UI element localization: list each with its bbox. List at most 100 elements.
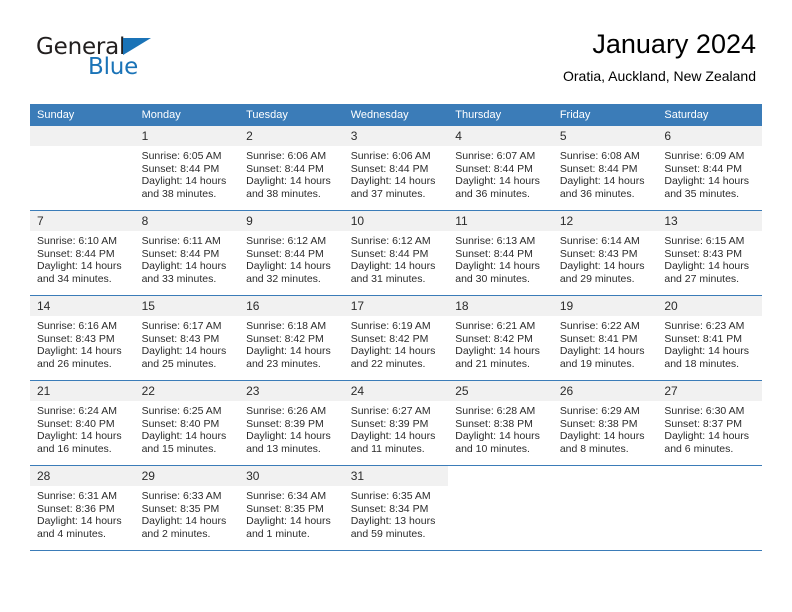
calendar-day-cell[interactable] [448, 465, 553, 551]
day-number: 12 [552, 211, 658, 231]
sunset-text: Sunset: 8:44 PM [664, 162, 743, 175]
sunrise-text: Sunrise: 6:28 AM [455, 405, 536, 417]
day-cell-content: 22 Sunrise: 6:25 AM Sunset: 8:40 PM Dayligh… [134, 381, 240, 465]
calendar-week-row: 7 Sunrise: 6:10 AM Sunset: 8:44 PM Daylight… [30, 210, 762, 296]
day-number: 21 [30, 381, 135, 401]
sun-info: Sunrise: 6:12 AM Sunset: 8:44 PM Daylight:… [344, 231, 449, 285]
weekday-header: Sunday Monday Tuesday Wednesday Thursday Frid… [30, 104, 762, 126]
calendar-day-cell[interactable]: 28 Sunrise: 6:31 AM Sunset: 8:36 PM Dayligh… [30, 465, 135, 551]
calendar-day-cell[interactable]: 4 Sunrise: 6:07 AM Sunset: 8:44 PM Daylight… [448, 126, 553, 211]
calendar-day-cell[interactable]: 12 Sunrise: 6:14 AM Sunset: 8:43 PM Dayligh… [552, 210, 658, 296]
daylight-text: Daylight: 14 hours and 15 minutes. [141, 430, 227, 455]
sunset-text: Sunset: 8:44 PM [141, 162, 220, 175]
day-number: 22 [134, 381, 240, 401]
sunset-text: Sunset: 8:43 PM [141, 332, 220, 345]
sunset-text: Sunset: 8:44 PM [246, 162, 324, 175]
calendar-day-cell[interactable]: 29 Sunrise: 6:33 AM Sunset: 8:35 PM Dayligh… [134, 465, 240, 551]
daylight-text: Daylight: 14 hours and 38 minutes. [141, 175, 227, 200]
calendar-day-cell[interactable]: 27 Sunrise: 6:30 AM Sunset: 8:37 PM Dayligh… [657, 380, 762, 466]
calendar-day-cell[interactable]: 2 Sunrise: 6:06 AM Sunset: 8:44 PM Daylight… [239, 126, 344, 211]
page-header: General Blue January 2024 Oratia, Auckla… [0, 0, 792, 84]
daylight-text: Daylight: 14 hours and 22 minutes. [350, 345, 436, 370]
sunrise-text: Sunrise: 6:29 AM [559, 405, 640, 417]
calendar-day-cell[interactable]: 22 Sunrise: 6:25 AM Sunset: 8:40 PM Dayligh… [134, 380, 240, 466]
sunset-text: Sunset: 8:42 PM [455, 332, 533, 345]
calendar-day-cell[interactable]: 17 Sunrise: 6:19 AM Sunset: 8:42 PM Dayligh… [343, 295, 449, 381]
calendar-day-cell[interactable]: 8 Sunrise: 6:11 AM Sunset: 8:44 PM Daylight… [134, 210, 240, 296]
day-number: 19 [552, 296, 658, 316]
sun-info: Sunrise: 6:14 AM Sunset: 8:43 PM Daylight:… [553, 231, 658, 285]
calendar-day-cell[interactable] [552, 465, 658, 551]
day-number: 1 [134, 126, 240, 146]
calendar-day-cell[interactable]: 20 Sunrise: 6:23 AM Sunset: 8:41 PM Dayligh… [657, 295, 762, 381]
sun-info: Sunrise: 6:12 AM Sunset: 8:44 PM Daylight:… [239, 231, 344, 285]
calendar-day-cell[interactable]: 31 Sunrise: 6:35 AM Sunset: 8:34 PM Dayligh… [343, 465, 449, 551]
calendar-day-cell[interactable]: 15 Sunrise: 6:17 AM Sunset: 8:43 PM Dayligh… [134, 295, 240, 381]
calendar-day-cell[interactable] [657, 465, 762, 551]
sun-info: Sunrise: 6:35 AM Sunset: 8:34 PM Daylight:… [344, 486, 449, 540]
sunset-text: Sunset: 8:43 PM [37, 332, 115, 345]
page-subtitle: Oratia, Auckland, New Zealand [563, 68, 756, 84]
calendar-day-cell[interactable]: 13 Sunrise: 6:15 AM Sunset: 8:43 PM Dayligh… [657, 210, 762, 296]
day-cell-content: 19 Sunrise: 6:22 AM Sunset: 8:41 PM Dayligh… [552, 296, 658, 380]
calendar-day-cell[interactable]: 5 Sunrise: 6:08 AM Sunset: 8:44 PM Daylight… [552, 126, 658, 211]
calendar-day-cell[interactable]: 21 Sunrise: 6:24 AM Sunset: 8:40 PM Dayligh… [30, 380, 135, 466]
calendar-week-row: 28 Sunrise: 6:31 AM Sunset: 8:36 PM Dayligh… [30, 465, 762, 551]
calendar-day-cell[interactable]: 6 Sunrise: 6:09 AM Sunset: 8:44 PM Daylight… [657, 126, 762, 211]
calendar-week-row: 21 Sunrise: 6:24 AM Sunset: 8:40 PM Dayligh… [30, 380, 762, 466]
sunrise-text: Sunrise: 6:08 AM [559, 150, 640, 162]
calendar-day-cell[interactable]: 19 Sunrise: 6:22 AM Sunset: 8:41 PM Dayligh… [552, 295, 658, 381]
calendar-day-cell[interactable]: 3 Sunrise: 6:06 AM Sunset: 8:44 PM Daylight… [343, 126, 449, 211]
day-number [657, 466, 762, 486]
sunrise-text: Sunrise: 6:09 AM [664, 150, 745, 162]
calendar-day-cell[interactable]: 10 Sunrise: 6:12 AM Sunset: 8:44 PM Dayligh… [343, 210, 449, 296]
daylight-text: Daylight: 14 hours and 10 minutes. [455, 430, 540, 455]
day-number: 26 [552, 381, 658, 401]
sunset-text: Sunset: 8:43 PM [559, 247, 638, 260]
sun-info: Sunrise: 6:19 AM Sunset: 8:42 PM Daylight:… [344, 316, 449, 370]
day-cell-content: 28 Sunrise: 6:31 AM Sunset: 8:36 PM Dayligh… [30, 466, 135, 550]
calendar-day-cell[interactable]: 16 Sunrise: 6:18 AM Sunset: 8:42 PM Dayligh… [239, 295, 344, 381]
calendar-day-cell[interactable]: 9 Sunrise: 6:12 AM Sunset: 8:44 PM Daylight… [239, 210, 344, 296]
sun-info: Sunrise: 6:17 AM Sunset: 8:43 PM Daylight:… [135, 316, 240, 370]
sunset-text: Sunset: 8:44 PM [455, 247, 533, 260]
sunrise-text: Sunrise: 6:14 AM [559, 235, 640, 247]
calendar-day-cell[interactable]: 18 Sunrise: 6:21 AM Sunset: 8:42 PM Dayligh… [448, 295, 553, 381]
sunrise-text: Sunrise: 6:06 AM [246, 150, 327, 162]
calendar-day-cell[interactable]: 23 Sunrise: 6:26 AM Sunset: 8:39 PM Dayligh… [239, 380, 344, 466]
calendar-day-cell[interactable]: 30 Sunrise: 6:34 AM Sunset: 8:35 PM Dayligh… [239, 465, 344, 551]
daylight-text: Daylight: 14 hours and 19 minutes. [559, 345, 645, 370]
daylight-text: Daylight: 14 hours and 35 minutes. [664, 175, 750, 200]
daylight-text: Daylight: 14 hours and 16 minutes. [37, 430, 122, 455]
day-number: 11 [448, 211, 553, 231]
calendar-day-cell[interactable]: 26 Sunrise: 6:29 AM Sunset: 8:38 PM Dayligh… [552, 380, 658, 466]
calendar-day-cell[interactable]: 25 Sunrise: 6:28 AM Sunset: 8:38 PM Dayligh… [448, 380, 553, 466]
calendar-day-cell[interactable]: 24 Sunrise: 6:27 AM Sunset: 8:39 PM Dayligh… [343, 380, 449, 466]
day-cell-content: 18 Sunrise: 6:21 AM Sunset: 8:42 PM Dayligh… [448, 296, 553, 380]
daylight-text: Daylight: 14 hours and 37 minutes. [350, 175, 436, 200]
sun-info: Sunrise: 6:22 AM Sunset: 8:41 PM Daylight:… [553, 316, 658, 370]
calendar-day-cell[interactable]: 11 Sunrise: 6:13 AM Sunset: 8:44 PM Dayligh… [448, 210, 553, 296]
day-cell-content: 26 Sunrise: 6:29 AM Sunset: 8:38 PM Dayligh… [552, 381, 658, 465]
sunset-text: Sunset: 8:39 PM [350, 417, 429, 430]
day-number: 8 [134, 211, 240, 231]
sunrise-text: Sunrise: 6:21 AM [455, 320, 536, 332]
sunset-text: Sunset: 8:44 PM [141, 247, 220, 260]
calendar-day-cell[interactable]: 1 Sunrise: 6:05 AM Sunset: 8:44 PM Daylight… [134, 126, 240, 211]
calendar-day-cell[interactable]: 7 Sunrise: 6:10 AM Sunset: 8:44 PM Daylight… [30, 210, 135, 296]
daylight-text: Daylight: 14 hours and 34 minutes. [37, 260, 122, 285]
weekday-header-sunday: Sunday [30, 104, 135, 126]
daylight-text: Daylight: 14 hours and 18 minutes. [664, 345, 750, 370]
day-cell-content: 12 Sunrise: 6:14 AM Sunset: 8:43 PM Dayligh… [552, 211, 658, 295]
day-number: 27 [657, 381, 762, 401]
weekday-header-friday: Friday [552, 104, 658, 126]
daylight-text: Daylight: 14 hours and 25 minutes. [141, 345, 227, 370]
day-cell-content: 13 Sunrise: 6:15 AM Sunset: 8:43 PM Dayligh… [657, 211, 762, 295]
day-cell-content: 6 Sunrise: 6:09 AM Sunset: 8:44 PM Daylight… [657, 126, 762, 210]
calendar-day-cell[interactable] [30, 126, 135, 211]
calendar-day-cell[interactable]: 14 Sunrise: 6:16 AM Sunset: 8:43 PM Dayligh… [30, 295, 135, 381]
sun-info: Sunrise: 6:06 AM Sunset: 8:44 PM Daylight:… [344, 146, 449, 200]
sunrise-text: Sunrise: 6:24 AM [37, 405, 117, 417]
sunset-text: Sunset: 8:34 PM [350, 502, 429, 515]
calendar-header-row: Sunday Monday Tuesday Wednesday Thursday Frid… [30, 104, 762, 126]
